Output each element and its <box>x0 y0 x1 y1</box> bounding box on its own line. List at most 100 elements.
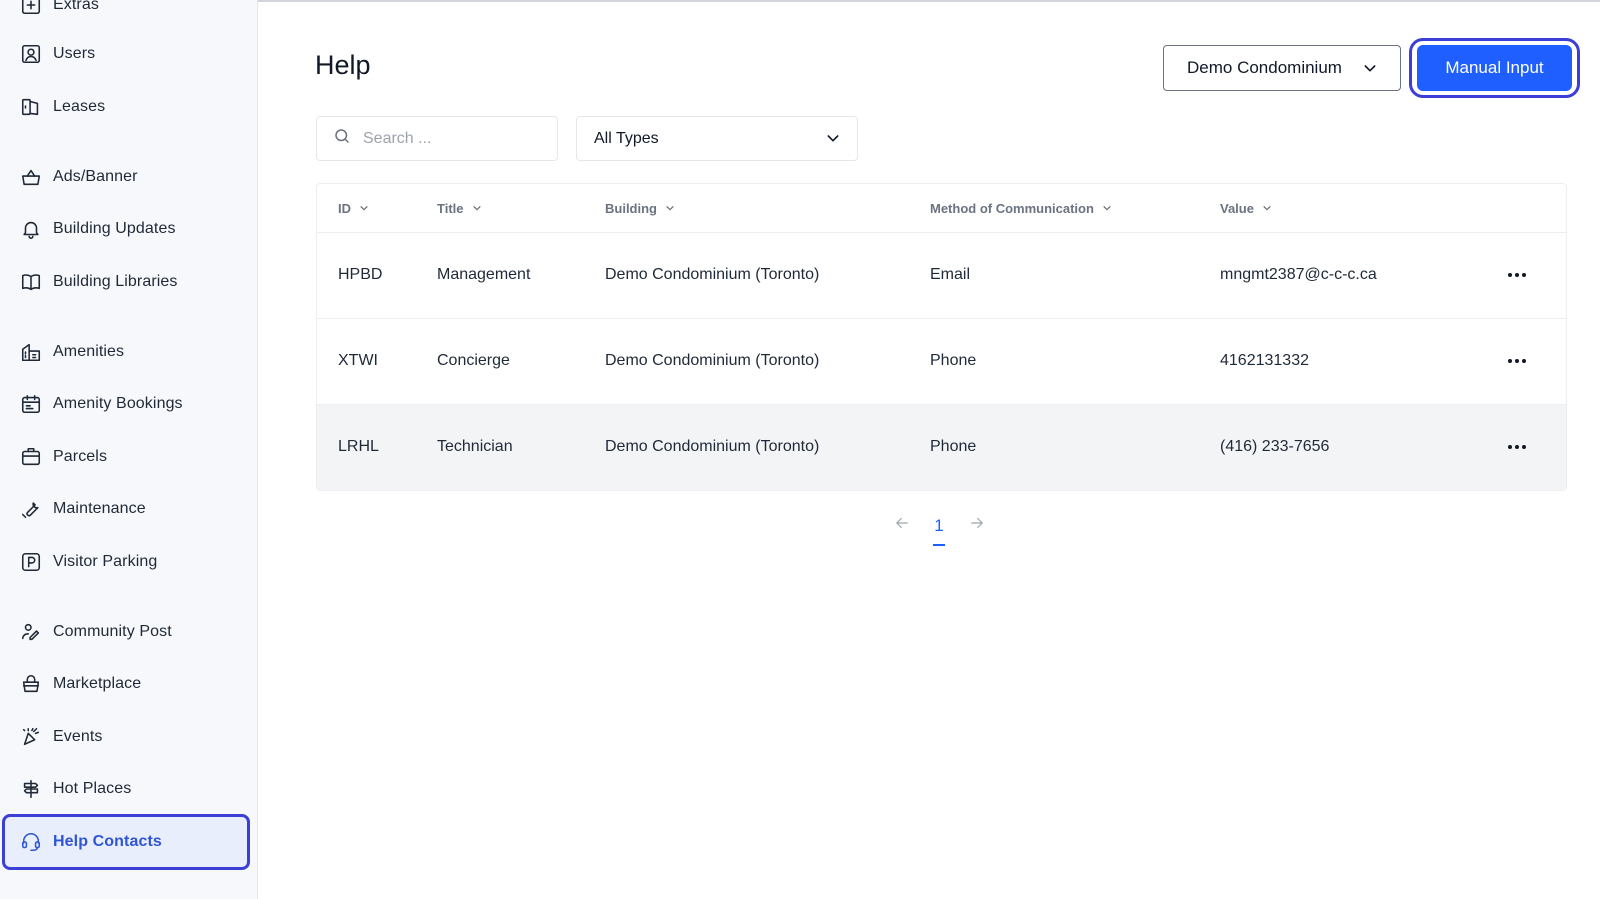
column-label: Value <box>1220 201 1254 216</box>
community-icon <box>20 621 42 643</box>
type-select[interactable]: All Types <box>576 116 858 161</box>
sidebar-item-label: Amenity Bookings <box>53 395 183 412</box>
wrench-icon <box>20 498 42 520</box>
search-input[interactable] <box>363 129 533 148</box>
cell-title: Management <box>437 266 531 283</box>
cell-value: (416) 233-7656 <box>1220 438 1330 455</box>
sidebar-item-label: Users <box>53 45 96 62</box>
signpost-icon <box>20 778 42 800</box>
table-row[interactable]: HPBD Management Demo Condominium (Toront… <box>317 233 1566 319</box>
column-label: Method of Communication <box>930 201 1094 216</box>
cell-id: XTWI <box>338 352 378 369</box>
chevron-down-icon <box>825 130 841 151</box>
help-contacts-table: ID Title Building Method of Communicatio… <box>316 183 1567 491</box>
more-options-icon[interactable] <box>1503 263 1531 287</box>
sidebar-item-events[interactable]: Events <box>6 715 250 759</box>
more-options-icon[interactable] <box>1503 349 1531 373</box>
sidebar-item-maintenance[interactable]: Maintenance <box>6 487 250 531</box>
sidebar-item-label: Ads/Banner <box>53 168 138 185</box>
cell-value: mngmt2387@c-c-c.ca <box>1220 266 1377 283</box>
sort-chevron-icon <box>665 201 675 216</box>
column-header-title[interactable]: Title <box>437 201 482 216</box>
sidebar-item-label: Leases <box>53 98 106 115</box>
sidebar-item-label: Parcels <box>53 448 108 465</box>
sidebar-item-label: Maintenance <box>53 500 146 517</box>
more-options-icon[interactable] <box>1503 435 1531 459</box>
bell-icon <box>20 218 42 240</box>
cell-building: Demo Condominium (Toronto) <box>605 266 820 283</box>
building-select-value: Demo Condominium <box>1187 58 1342 77</box>
sidebar-item-amenities[interactable]: Amenities <box>6 330 250 374</box>
sidebar-item-label: Help Contacts <box>53 833 162 850</box>
sidebar-item-label: Extras <box>53 0 99 13</box>
column-header-building[interactable]: Building <box>605 201 675 216</box>
sidebar-item-label: Community Post <box>53 623 172 640</box>
manual-input-button[interactable]: Manual Input <box>1417 45 1572 91</box>
basket-icon <box>20 166 42 188</box>
sidebar-item-label: Marketplace <box>53 675 142 692</box>
parking-icon <box>20 551 42 573</box>
cell-building: Demo Condominium (Toronto) <box>605 352 820 369</box>
table-row[interactable]: LRHL Technician Demo Condominium (Toront… <box>317 405 1566 490</box>
column-header-method[interactable]: Method of Communication <box>930 201 1112 216</box>
current-page-underline <box>933 544 945 546</box>
next-page-arrow-icon[interactable] <box>968 514 990 536</box>
sidebar-item-label: Events <box>53 728 103 745</box>
cell-id: LRHL <box>338 438 379 455</box>
pagination: 1 <box>890 512 1000 548</box>
building-icon <box>20 341 42 363</box>
calendar-icon <box>20 393 42 415</box>
sidebar-item-label: Building Updates <box>53 220 176 237</box>
chevron-down-icon <box>1362 60 1378 81</box>
prev-page-arrow-icon[interactable] <box>893 514 915 536</box>
sidebar-item-ads-banner[interactable]: Ads/Banner <box>6 155 250 199</box>
sidebar-item-building-updates[interactable]: Building Updates <box>6 207 250 251</box>
sort-chevron-icon <box>359 201 369 216</box>
type-select-value: All Types <box>594 129 659 147</box>
column-label: ID <box>338 201 351 216</box>
plus-square-icon <box>20 0 42 16</box>
shopping-basket-icon <box>20 673 42 695</box>
cell-value: 4162131332 <box>1220 352 1309 369</box>
cell-title: Technician <box>437 438 513 455</box>
column-label: Building <box>605 201 657 216</box>
sidebar-item-label: Amenities <box>53 343 125 360</box>
sidebar-item-community-post[interactable]: Community Post <box>6 610 250 654</box>
user-square-icon <box>20 43 42 65</box>
sidebar-item-marketplace[interactable]: Marketplace <box>6 662 250 706</box>
sidebar-item-users[interactable]: Users <box>6 32 250 76</box>
column-header-id[interactable]: ID <box>338 201 369 216</box>
cell-method: Email <box>930 266 971 283</box>
sort-chevron-icon <box>1102 201 1112 216</box>
sidebar-item-label: Building Libraries <box>53 273 178 290</box>
sidebar-item-label: Hot Places <box>53 780 132 797</box>
sidebar-item-extras[interactable]: Extras <box>6 0 250 27</box>
sidebar-item-help-contacts[interactable]: Help Contacts <box>2 814 250 870</box>
cell-method: Phone <box>930 438 977 455</box>
sidebar-item-leases[interactable]: Leases <box>6 85 250 129</box>
package-icon <box>20 446 42 468</box>
cell-building: Demo Condominium (Toronto) <box>605 438 820 455</box>
column-header-value[interactable]: Value <box>1220 201 1272 216</box>
sort-chevron-icon <box>1262 201 1272 216</box>
sidebar-item-parcels[interactable]: Parcels <box>6 435 250 479</box>
page-title: Help <box>315 50 371 80</box>
cell-method: Phone <box>930 352 977 369</box>
page-number-button[interactable]: 1 <box>933 516 945 536</box>
search-icon <box>333 127 351 150</box>
table-header: ID Title Building Method of Communicatio… <box>317 184 1566 233</box>
building-select[interactable]: Demo Condominium <box>1163 45 1401 91</box>
sidebar-item-building-libraries[interactable]: Building Libraries <box>6 260 250 304</box>
column-label: Title <box>437 201 464 216</box>
sidebar-item-hot-places[interactable]: Hot Places <box>6 767 250 811</box>
sidebar-item-visitor-parking[interactable]: Visitor Parking <box>6 540 250 584</box>
party-icon <box>20 726 42 748</box>
sidebar-item-amenity-bookings[interactable]: Amenity Bookings <box>6 382 250 426</box>
cell-id: HPBD <box>338 266 383 283</box>
search-box[interactable] <box>316 116 558 161</box>
headset-icon <box>20 831 42 853</box>
cell-title: Concierge <box>437 352 510 369</box>
book-icon <box>20 271 42 293</box>
table-row[interactable]: XTWI Concierge Demo Condominium (Toronto… <box>317 319 1566 405</box>
sort-chevron-icon <box>472 201 482 216</box>
